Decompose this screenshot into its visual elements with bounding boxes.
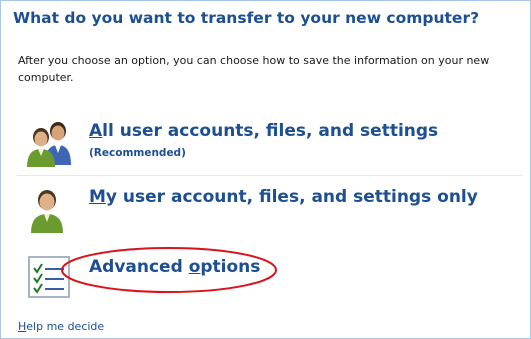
wizard-page: What do you want to transfer to your new… <box>0 0 531 339</box>
accelerator-letter: o <box>188 257 201 277</box>
two-users-icon <box>27 122 71 167</box>
option-label-text: ll user accounts, files, and settings <box>102 121 439 141</box>
option-advanced-options-label: Advanced options <box>89 257 260 277</box>
option-label-text: y user account, files, and settings only <box>105 187 478 207</box>
option-my-user-account[interactable]: My user account, files, and settings onl… <box>17 177 522 241</box>
option-my-user-account-label: My user account, files, and settings onl… <box>89 187 478 207</box>
recommended-label: (Recommended) <box>89 147 186 159</box>
option-label-prefix: Advanced <box>89 257 189 277</box>
option-divider <box>17 175 522 176</box>
help-link-text: elp me decide <box>26 320 105 333</box>
accelerator-letter: M <box>89 187 106 207</box>
help-me-decide-link[interactable]: Help me decide <box>18 320 104 333</box>
page-title: What do you want to transfer to your new… <box>13 9 480 27</box>
single-user-icon <box>31 190 63 233</box>
option-all-user-accounts-label: All user accounts, files, and settings <box>89 121 438 141</box>
option-advanced-options[interactable]: Advanced options <box>17 247 522 307</box>
checklist-icon <box>28 256 70 298</box>
option-all-user-accounts[interactable]: All user accounts, files, and settings (… <box>17 111 522 175</box>
option-label-text: ptions <box>200 257 261 277</box>
accelerator-letter: A <box>89 121 103 141</box>
page-description: After you choose an option, you can choo… <box>18 54 490 84</box>
